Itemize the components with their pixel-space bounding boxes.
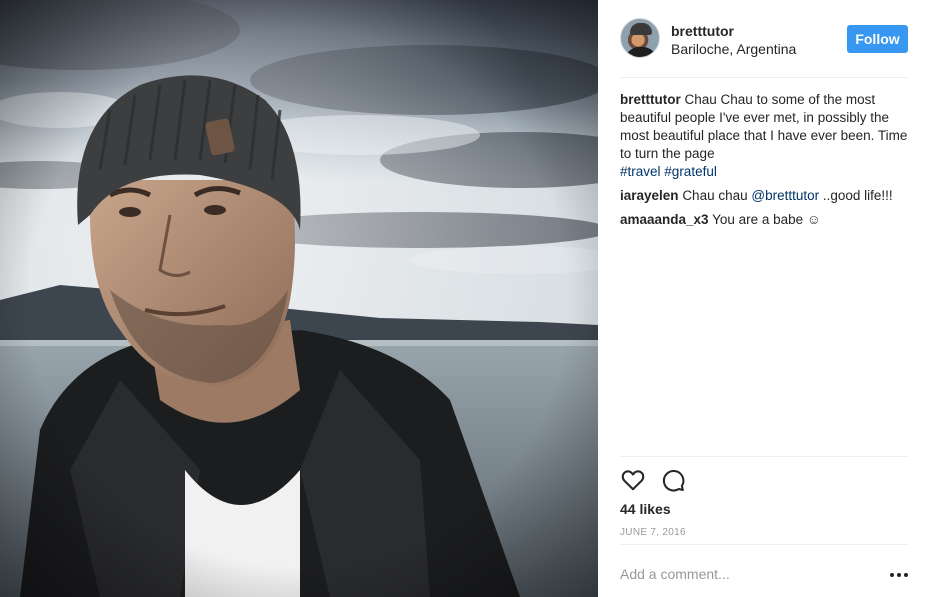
caption-username[interactable]: bretttutor [620, 92, 681, 107]
comment-input[interactable] [620, 560, 870, 588]
avatar-beanie [630, 23, 652, 35]
comments-list: bretttutor Chau Chau to some of the most… [620, 91, 910, 235]
dot [897, 573, 901, 577]
post-details-panel: bretttutor Bariloche, Argentina Follow b… [598, 0, 931, 597]
username-link[interactable]: bretttutor [671, 23, 734, 39]
comment-username[interactable]: iarayelen [620, 188, 679, 203]
add-comment-bar [620, 544, 908, 597]
avatar[interactable] [620, 18, 660, 58]
hashtag-grateful[interactable]: #grateful [664, 164, 717, 179]
hashtag-travel[interactable]: #travel [620, 164, 661, 179]
dot [904, 573, 908, 577]
comment-item: iarayelen Chau chau @bretttutor ..good l… [620, 187, 910, 205]
comment-text-after: ..good life!!! [819, 188, 893, 203]
comment-text: You are a babe ☺ [712, 212, 821, 227]
portrait-photo-illustration [0, 0, 598, 597]
comment-mention[interactable]: @bretttutor [751, 188, 819, 203]
likes-count[interactable]: 44 likes [620, 501, 671, 517]
more-options-icon[interactable] [890, 566, 908, 584]
heart-icon[interactable] [620, 467, 646, 493]
location-link[interactable]: Bariloche, Argentina [671, 41, 796, 57]
comment-icon[interactable] [660, 467, 686, 493]
post-date[interactable]: JUNE 7, 2016 [620, 527, 686, 538]
instagram-post: bretttutor Bariloche, Argentina Follow b… [0, 0, 931, 597]
comment-item: amaaanda_x3 You are a babe ☺ [620, 211, 910, 229]
avatar-shoulders [625, 47, 657, 57]
post-actions: 44 likes JUNE 7, 2016 [620, 456, 908, 544]
dot [890, 573, 894, 577]
caption: bretttutor Chau Chau to some of the most… [620, 91, 910, 181]
follow-button[interactable]: Follow [847, 25, 908, 53]
comment-username[interactable]: amaaanda_x3 [620, 212, 709, 227]
comment-text: Chau chau [682, 188, 752, 203]
post-header: bretttutor Bariloche, Argentina Follow [620, 16, 908, 78]
post-photo[interactable] [0, 0, 598, 597]
